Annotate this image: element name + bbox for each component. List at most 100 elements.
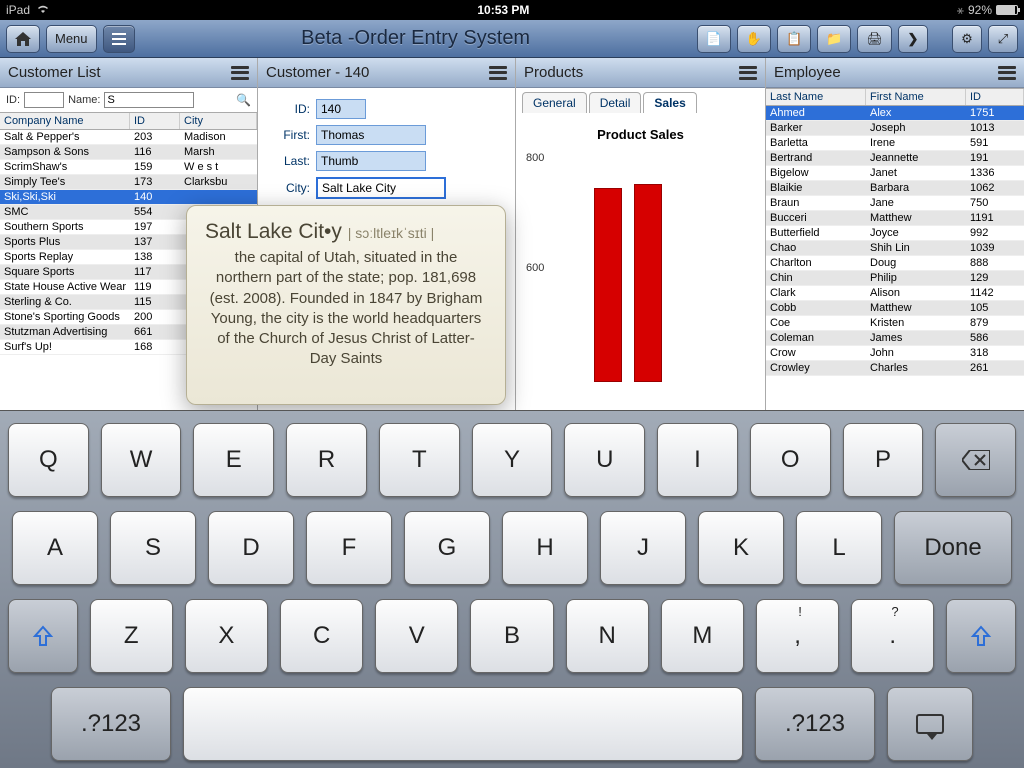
table-row[interactable]: Simply Tee's173Clarksbu [0,175,257,190]
device-label: iPad [6,3,30,17]
table-row[interactable]: CrowleyCharles261 [766,361,1024,376]
key-X[interactable]: X [185,599,268,673]
battery-pct: 92% [968,3,992,17]
backspace-key[interactable] [935,423,1016,497]
panel-menu-icon[interactable] [998,66,1016,80]
table-row[interactable]: Ski,Ski,Ski140 [0,190,257,205]
home-button[interactable] [6,25,40,53]
table-row[interactable]: BertrandJeannette191 [766,151,1024,166]
key-M[interactable]: M [661,599,744,673]
table-row[interactable]: CoeKristen879 [766,316,1024,331]
tab-general[interactable]: General [522,92,587,113]
table-row[interactable]: ChinPhilip129 [766,271,1024,286]
tool-btn-1[interactable]: 📄 [697,25,731,53]
tool-btn-4[interactable]: 📁 [817,25,851,53]
toolbar: Menu Beta -Order Entry System 📄 ✋ 📋 📁 🖨 … [0,20,1024,58]
key-J[interactable]: J [600,511,686,585]
key-F[interactable]: F [306,511,392,585]
space-key[interactable] [183,687,743,761]
key-P[interactable]: P [843,423,924,497]
key-N[interactable]: N [566,599,649,673]
tool-btn-3[interactable]: 📋 [777,25,811,53]
done-key[interactable]: Done [894,511,1012,585]
panel-menu-icon[interactable] [489,66,507,80]
table-row[interactable]: Salt & Pepper's203Madison [0,130,257,145]
key-U[interactable]: U [564,423,645,497]
panel-header: Employee [766,58,1024,88]
dictionary-popup: Salt Lake Cit•y | sɔːltleɪkˈsɪti | the c… [186,205,506,405]
table-row[interactable]: BarlettaIrene591 [766,136,1024,151]
table-row[interactable]: BigelowJanet1336 [766,166,1024,181]
key-S[interactable]: S [110,511,196,585]
table-row[interactable]: ClarkAlison1142 [766,286,1024,301]
battery-icon [996,5,1018,15]
table-row[interactable]: CobbMatthew105 [766,301,1024,316]
key-Q[interactable]: Q [8,423,89,497]
status-bar: iPad 10:53 PM ⚹ 92% [0,0,1024,20]
city-field[interactable] [316,177,446,199]
panel-header: Customer - 140 [258,58,515,88]
menu-button[interactable]: Menu [46,25,97,53]
table-row[interactable]: ScrimShaw's159W e s t [0,160,257,175]
name-input[interactable] [104,92,194,108]
table-row[interactable]: ButterfieldJoyce992 [766,226,1024,241]
last-field[interactable] [316,151,426,171]
list-button[interactable] [103,25,135,53]
panel-menu-icon[interactable] [739,66,757,80]
shift-key-right[interactable] [946,599,1016,673]
period-key[interactable]: ?. [851,599,934,673]
panel-header: Products [516,58,765,88]
key-A[interactable]: A [12,511,98,585]
hide-keyboard-key[interactable] [887,687,973,761]
table-row[interactable]: AhmedAlex1751 [766,106,1024,121]
key-O[interactable]: O [750,423,831,497]
key-B[interactable]: B [470,599,553,673]
key-H[interactable]: H [502,511,588,585]
panel-header: Customer List [0,58,257,88]
key-Z[interactable]: Z [90,599,173,673]
symbols-key-right[interactable]: .?123 [755,687,875,761]
tool-btn-2[interactable]: ✋ [737,25,771,53]
table-row[interactable]: Sampson & Sons116Marsh [0,145,257,160]
employee-panel: Employee Last Name First Name ID AhmedAl… [766,58,1024,410]
key-C[interactable]: C [280,599,363,673]
table-row[interactable]: BarkerJoseph1013 [766,121,1024,136]
popup-definition: the capital of Utah, situated in the nor… [205,248,487,370]
table-row[interactable]: CharltonDoug888 [766,256,1024,271]
panel-title: Customer List [8,64,101,81]
id-input[interactable] [24,92,64,108]
table-row[interactable]: BlaikieBarbara1062 [766,181,1024,196]
tab-sales[interactable]: Sales [643,92,696,113]
products-panel: Products GeneralDetailSales Product Sale… [516,58,766,410]
key-I[interactable]: I [657,423,738,497]
comma-key[interactable]: !, [756,599,839,673]
first-field[interactable] [316,125,426,145]
next-button[interactable]: ❯ [898,25,928,53]
table-row[interactable]: CrowJohn318 [766,346,1024,361]
key-V[interactable]: V [375,599,458,673]
gear-button[interactable]: ⚙ [952,25,982,53]
expand-button[interactable]: ⤢ [988,25,1018,53]
table-row[interactable]: ChaoShih Lin1039 [766,241,1024,256]
key-W[interactable]: W [101,423,182,497]
key-R[interactable]: R [286,423,367,497]
chart: 800 600 [554,152,757,382]
table-row[interactable]: ColemanJames586 [766,331,1024,346]
key-K[interactable]: K [698,511,784,585]
key-Y[interactable]: Y [472,423,553,497]
key-E[interactable]: E [193,423,274,497]
key-L[interactable]: L [796,511,882,585]
symbols-key[interactable]: .?123 [51,687,171,761]
panel-menu-icon[interactable] [231,66,249,80]
key-D[interactable]: D [208,511,294,585]
chart-bar [634,184,662,382]
tab-detail[interactable]: Detail [589,92,642,113]
table-row[interactable]: BraunJane750 [766,196,1024,211]
id-field[interactable] [316,99,366,119]
key-G[interactable]: G [404,511,490,585]
sort-icon[interactable]: 🔍 [236,93,251,107]
shift-key[interactable] [8,599,78,673]
table-row[interactable]: BucceriMatthew1191 [766,211,1024,226]
key-T[interactable]: T [379,423,460,497]
print-button[interactable]: 🖨 [857,25,892,53]
